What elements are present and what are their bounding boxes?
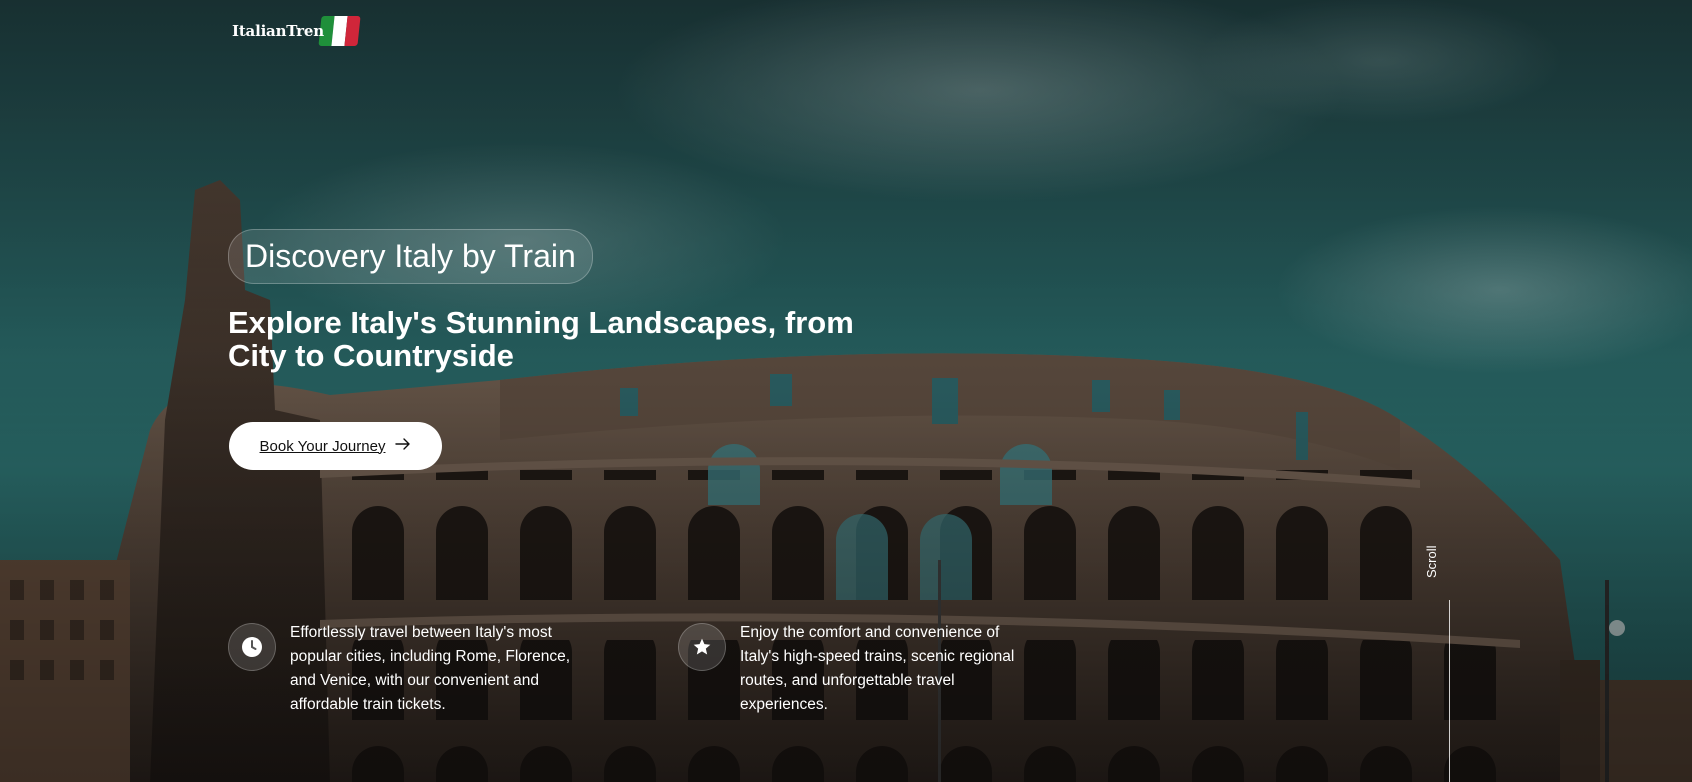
feature-item-cities: Effortlessly travel between Italy's most… bbox=[228, 621, 590, 717]
star-icon bbox=[678, 623, 726, 671]
hero-headline: Explore Italy's Stunning Landscapes, fro… bbox=[228, 305, 854, 373]
scroll-indicator-label[interactable]: Scroll bbox=[1424, 545, 1439, 578]
hero-badge-title: Discovery Italy by Train bbox=[228, 229, 593, 284]
site-logo[interactable]: ItalianTren bbox=[232, 14, 361, 48]
book-journey-label: Book Your Journey bbox=[259, 437, 386, 455]
logo-text: ItalianTren bbox=[232, 22, 324, 40]
italian-flag-icon bbox=[318, 16, 361, 46]
book-journey-button[interactable]: Book Your Journey bbox=[229, 422, 442, 470]
feature-text: Effortlessly travel between Italy's most… bbox=[290, 624, 570, 713]
feature-item-comfort: Enjoy the comfort and convenience of Ita… bbox=[678, 621, 1040, 717]
hero-section: ItalianTren Discovery Italy by Train Exp… bbox=[0, 0, 1692, 782]
clock-icon bbox=[228, 623, 276, 671]
arrow-right-icon bbox=[395, 437, 411, 455]
feature-text: Enjoy the comfort and convenience of Ita… bbox=[740, 624, 1015, 713]
scroll-indicator-line bbox=[1449, 600, 1450, 782]
